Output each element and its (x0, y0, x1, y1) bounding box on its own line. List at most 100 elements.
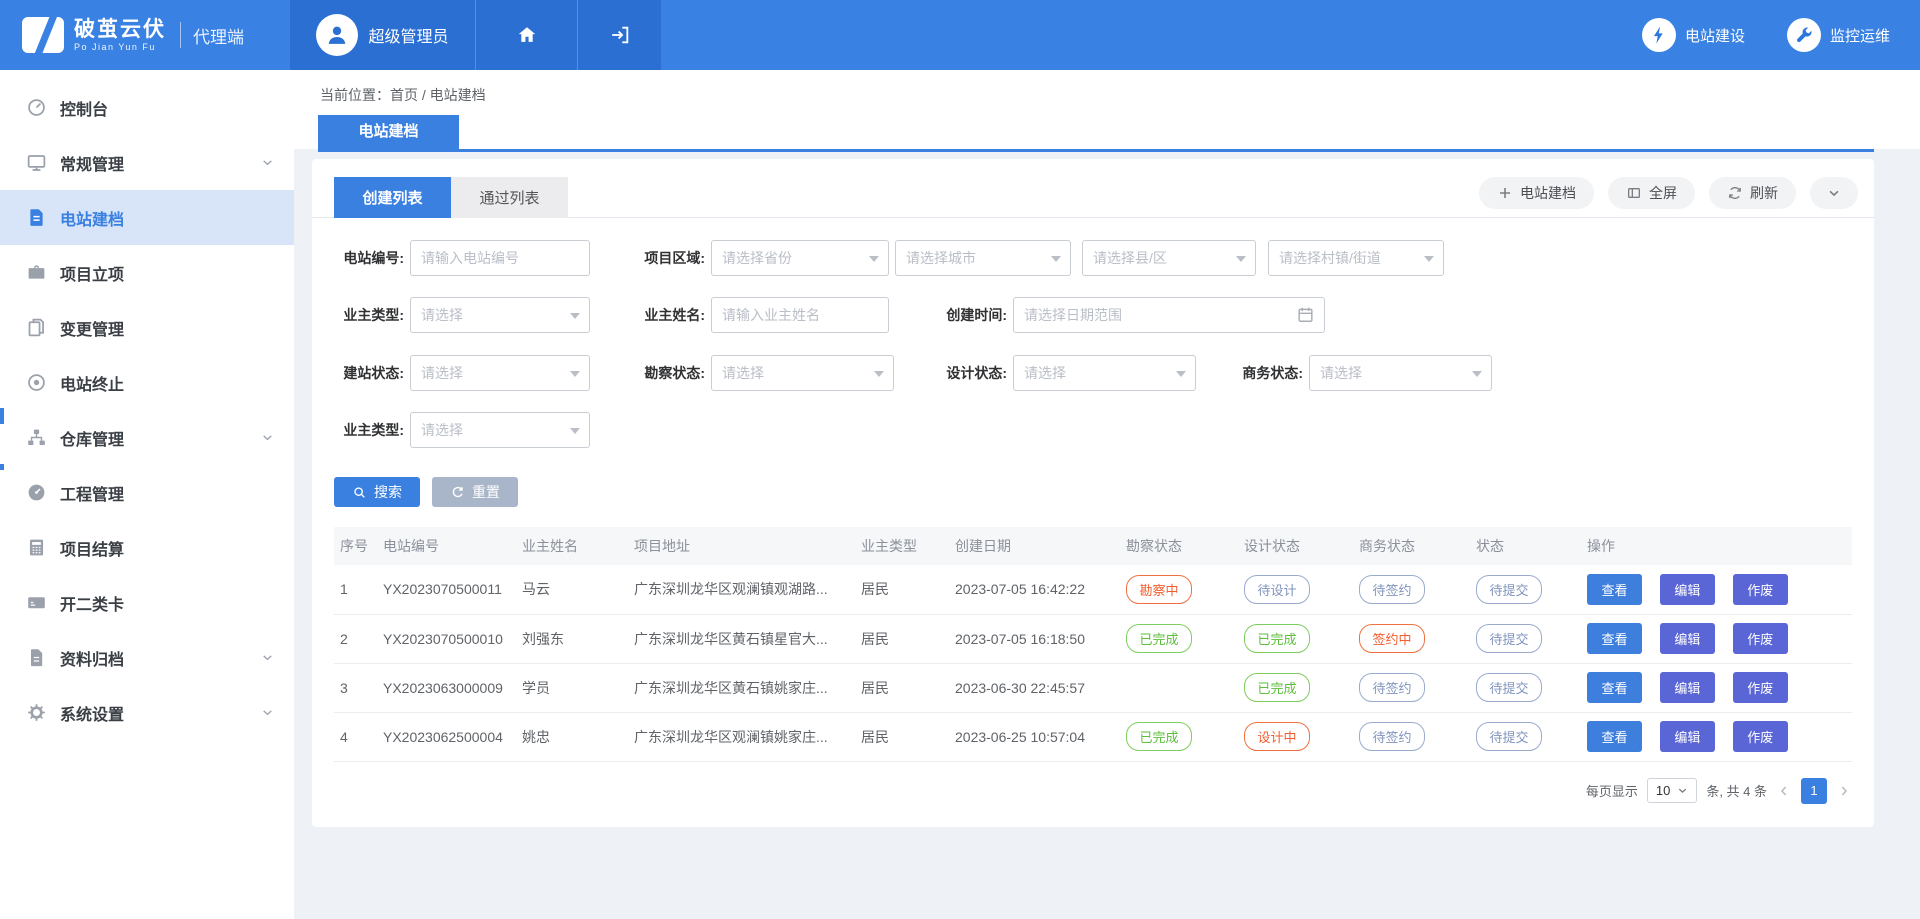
caret-icon (570, 428, 580, 434)
view-button[interactable]: 查看 (1587, 721, 1642, 752)
sidebar-item-project-initiation[interactable]: 项目立项 (0, 245, 294, 300)
logout-button[interactable] (577, 0, 661, 70)
page-tab-station-archive[interactable]: 电站建档 (318, 115, 459, 149)
view-button[interactable]: 查看 (1587, 574, 1642, 605)
owner-name-input[interactable] (711, 297, 889, 333)
col-address: 项目地址 (627, 527, 854, 565)
table-header-row: 序号 电站编号 业主姓名 项目地址 业主类型 创建日期 勘察状态 设计状态 商务… (334, 527, 1852, 565)
build-status-select[interactable]: 请选择 (410, 355, 590, 391)
sidebar-item-change-mgmt[interactable]: 变更管理 (0, 300, 294, 355)
col-created: 创建日期 (948, 527, 1119, 565)
prev-page-button[interactable] (1776, 783, 1792, 799)
design-status-label: 设计状态: (935, 355, 1007, 391)
station-code-input[interactable] (410, 240, 590, 276)
collapse-toolbar-button[interactable] (1810, 177, 1858, 209)
user-name: 超级管理员 (368, 23, 448, 47)
divider (180, 22, 181, 48)
district-select[interactable]: 请选择县/区 (1082, 240, 1256, 276)
view-button[interactable]: 查看 (1587, 623, 1642, 654)
refresh-button[interactable]: 刷新 (1709, 177, 1796, 209)
status-badge: 待提交 (1476, 575, 1542, 604)
pagination: 每页显示 10 条, 共 4 条 1 (334, 778, 1852, 804)
survey-status-select[interactable]: 请选择 (711, 355, 894, 391)
add-station-button[interactable]: 电站建档 (1479, 177, 1594, 209)
tab-passed-list[interactable]: 通过列表 (451, 177, 568, 218)
void-button[interactable]: 作废 (1733, 623, 1788, 654)
region-label: 项目区域: (637, 240, 705, 276)
chevron-down-icon (261, 706, 274, 719)
briefcase-icon (26, 262, 47, 283)
page-size-select[interactable]: 10 (1647, 778, 1697, 803)
city-select[interactable]: 请选择城市 (895, 240, 1071, 276)
target-icon (26, 372, 47, 393)
void-button[interactable]: 作废 (1733, 721, 1788, 752)
next-page-button[interactable] (1836, 783, 1852, 799)
chevron-right-icon (1836, 783, 1852, 799)
card-toolbar: 创建列表 通过列表 电站建档 全屏 刷新 (312, 159, 1874, 218)
sidebar-scrollbar[interactable] (0, 408, 4, 424)
sidebar-item-project-settlement[interactable]: 项目结算 (0, 520, 294, 575)
design-status-badge: 已完成 (1244, 673, 1310, 702)
sidebar-item-engineering-mgmt[interactable]: 工程管理 (0, 465, 294, 520)
caret-icon (1051, 256, 1061, 262)
caret-icon (1176, 371, 1186, 377)
home-button[interactable] (475, 0, 577, 70)
sidebar-item-station-terminate[interactable]: 电站终止 (0, 355, 294, 410)
chevron-down-icon (1826, 185, 1842, 201)
owner-type-label: 业主类型: (336, 297, 404, 333)
sidebar-item-open-card[interactable]: 开二类卡 (0, 575, 294, 630)
view-button[interactable]: 查看 (1587, 672, 1642, 703)
user-menu[interactable]: 超级管理员 (290, 0, 475, 70)
dashboard-icon (26, 97, 47, 118)
nav-label: 电站建设 (1685, 25, 1745, 46)
calendar-icon (1296, 305, 1315, 324)
status-badge: 待提交 (1476, 624, 1542, 653)
col-owner-type: 业主类型 (854, 527, 948, 565)
tab-create-list[interactable]: 创建列表 (334, 177, 451, 218)
sidebar-item-data-archive[interactable]: 资料归档 (0, 630, 294, 685)
chevron-down-icon (1677, 785, 1688, 796)
edit-button[interactable]: 编辑 (1660, 672, 1715, 703)
pages-icon (26, 317, 47, 338)
sidebar-scrollbar[interactable] (0, 464, 4, 470)
province-select[interactable]: 请选择省份 (711, 240, 889, 276)
search-button[interactable]: 搜索 (334, 477, 420, 507)
nav-monitor-ops[interactable]: 监控运维 (1787, 18, 1890, 52)
gear-icon (26, 702, 47, 723)
design-status-select[interactable]: 请选择 (1013, 355, 1196, 391)
edit-button[interactable]: 编辑 (1660, 623, 1715, 654)
user-strip: 超级管理员 (290, 0, 661, 70)
col-actions: 操作 (1580, 527, 1852, 565)
sidebar-item-general-mgmt[interactable]: 常规管理 (0, 135, 294, 190)
sidebar-item-system-settings[interactable]: 系统设置 (0, 685, 294, 740)
void-button[interactable]: 作废 (1733, 574, 1788, 605)
reset-icon (450, 485, 465, 500)
owner-type-select[interactable]: 请选择 (410, 297, 590, 333)
owner-type2-select[interactable]: 请选择 (410, 412, 590, 448)
edit-button[interactable]: 编辑 (1660, 574, 1715, 605)
date-range-input[interactable] (1013, 297, 1325, 333)
tab-underline (318, 149, 1874, 152)
sidebar-item-warehouse-mgmt[interactable]: 仓库管理 (0, 410, 294, 465)
col-design: 设计状态 (1237, 527, 1352, 565)
current-page[interactable]: 1 (1801, 778, 1827, 804)
void-button[interactable]: 作废 (1733, 672, 1788, 703)
table-row: 1 YX2023070500011 马云 广东深圳龙华区观澜镇观湖路... 居民… (334, 565, 1852, 614)
nav-station-build[interactable]: 电站建设 (1642, 18, 1745, 52)
table-row: 3 YX2023063000009 学员 广东深圳龙华区黄石镇姚家庄... 居民… (334, 663, 1852, 712)
caret-icon (570, 371, 580, 377)
town-select[interactable]: 请选择村镇/街道 (1268, 240, 1444, 276)
main-area: 当前位置：首页 / 电站建档 电站建档 创建列表 通过列表 电站建档 (294, 70, 1920, 919)
create-time-label: 创建时间: (935, 297, 1007, 333)
nav-label: 监控运维 (1830, 25, 1890, 46)
business-status-select[interactable]: 请选择 (1309, 355, 1492, 391)
refresh-icon (1727, 185, 1743, 201)
avatar-icon (316, 14, 358, 56)
edit-button[interactable]: 编辑 (1660, 721, 1715, 752)
sidebar-item-station-archive[interactable]: 电站建档 (0, 190, 294, 245)
business-status-label: 商务状态: (1231, 355, 1303, 391)
page: 破茧云伏 Po Jian Yun Fu 代理端 超级管理员 (0, 0, 1920, 919)
reset-button[interactable]: 重置 (432, 477, 518, 507)
sidebar-item-console[interactable]: 控制台 (0, 80, 294, 135)
fullscreen-button[interactable]: 全屏 (1608, 177, 1695, 209)
